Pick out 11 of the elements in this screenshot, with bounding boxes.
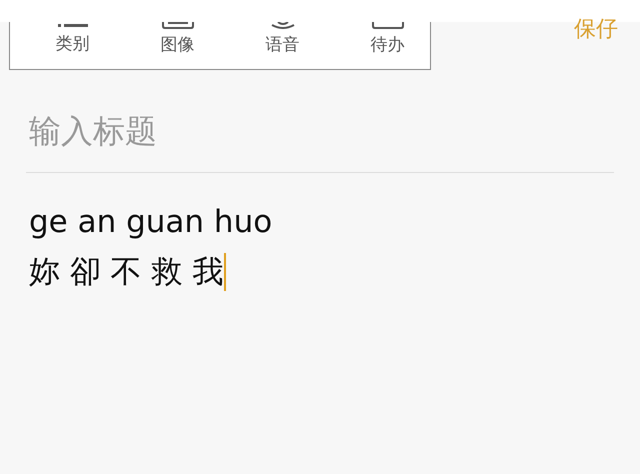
picture-frame-icon — [162, 22, 194, 29]
menu-item[interactable]: 待办 — [335, 22, 440, 69]
menu-item[interactable]: 语音 — [230, 22, 335, 69]
list-icon — [58, 22, 88, 28]
checkbox-icon — [372, 22, 404, 29]
body-text-line: 妳 卻 不 救 我 — [29, 253, 224, 292]
title-input-field[interactable]: 输入标题 — [26, 110, 614, 152]
microphone-icon — [270, 22, 296, 29]
body-text-line: ge an guan huo — [29, 203, 272, 242]
menu-item[interactable]: 图像 — [125, 22, 230, 69]
menu-item[interactable]: 类别 — [20, 22, 125, 69]
